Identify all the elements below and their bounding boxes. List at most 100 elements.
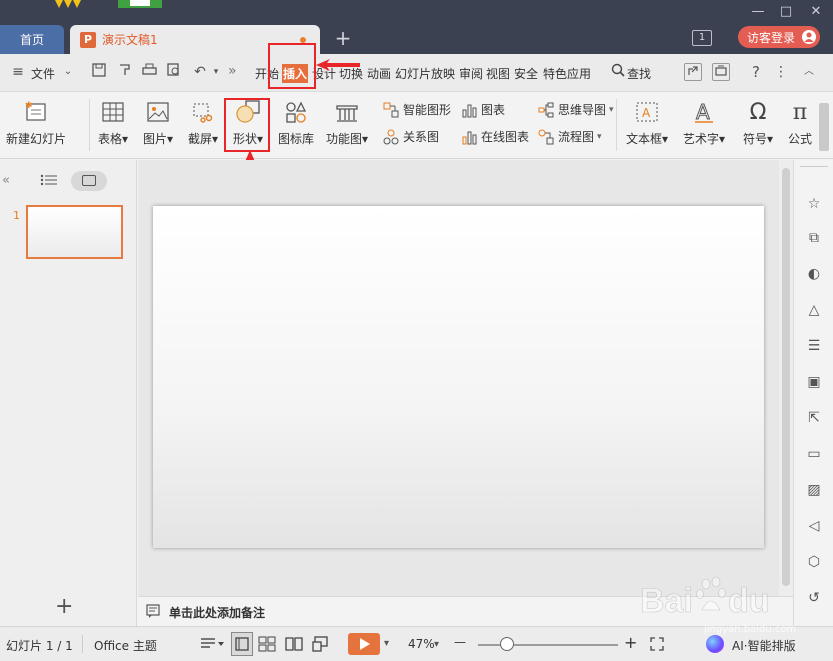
watermark-url: jingyan.baidu.com: [704, 624, 797, 635]
zoom-in-button[interactable]: +: [624, 633, 637, 652]
shield-icon[interactable]: ⬡: [804, 552, 824, 572]
tab-review[interactable]: 审阅: [459, 65, 483, 82]
minimize-button[interactable]: —: [748, 4, 768, 19]
smart-graphic-button[interactable]: 智能图形: [382, 101, 451, 118]
animation-icon[interactable]: ☆: [804, 194, 824, 214]
file-menu[interactable]: 文件: [31, 65, 55, 82]
undo-dropdown-icon[interactable]: ▾: [207, 63, 225, 81]
share-icon[interactable]: [684, 63, 702, 81]
symbol-label: 符号▾: [743, 132, 774, 146]
function-chart-icon: [334, 99, 360, 125]
login-button[interactable]: 访客登录: [738, 26, 820, 48]
symbol-button[interactable]: Ω 符号▾: [743, 99, 773, 147]
ribbon-insert: ✱ 新建幻灯片 表格▾ 图片▾ 截屏▾ 形状▾ 图标库 功能图▾ 智能图形 关系…: [0, 93, 833, 159]
fit-window-icon[interactable]: [650, 637, 664, 654]
close-button[interactable]: ✕: [806, 4, 826, 19]
picture-label: 图片▾: [143, 132, 174, 146]
text-box-button[interactable]: A 文本框▾: [626, 99, 668, 147]
play-dropdown-icon[interactable]: ▾: [384, 638, 389, 649]
history-icon[interactable]: ↺: [804, 588, 824, 608]
print-icon[interactable]: [140, 63, 158, 81]
tab-animation[interactable]: 动画: [367, 65, 391, 82]
audio-icon[interactable]: ◁: [804, 516, 824, 536]
tab-features[interactable]: 特色应用: [543, 65, 591, 82]
mind-map-button[interactable]: 思维导图 ▾: [537, 101, 614, 118]
more-commands-icon[interactable]: »: [228, 63, 237, 79]
art-text-button[interactable]: A 艺术字▾: [683, 99, 725, 147]
search-icon[interactable]: [609, 63, 627, 81]
outline-view-icon[interactable]: [40, 174, 58, 189]
tab-security[interactable]: 安全: [514, 65, 538, 82]
settings-sliders-icon[interactable]: ☰: [804, 336, 824, 356]
ribbon-scroll-handle[interactable]: [819, 103, 829, 151]
add-slide-button[interactable]: +: [55, 594, 73, 619]
menu-hamburger-icon[interactable]: ≡: [9, 63, 27, 81]
zoom-slider-knob[interactable]: [500, 637, 514, 651]
chart-button[interactable]: 图表: [460, 101, 505, 118]
play-slideshow-button[interactable]: [348, 633, 380, 655]
picture-icon[interactable]: ▨: [804, 480, 824, 500]
notes-bar[interactable]: 单击此处添加备注: [138, 596, 793, 626]
zoom-level[interactable]: 47%: [408, 637, 435, 651]
copy-icon[interactable]: ⧉: [804, 228, 824, 248]
save-icon[interactable]: [90, 63, 108, 81]
zoom-dropdown-icon[interactable]: ▾: [434, 639, 439, 650]
comment-icon[interactable]: [712, 63, 730, 81]
smart-graphic-icon: [382, 102, 400, 118]
collapse-panel-icon[interactable]: «: [2, 173, 10, 188]
title-bar: 首页 P 演示文稿1 + — □ ✕ 1 访客登录: [0, 0, 833, 54]
ai-layout-button[interactable]: AI·智能排版: [732, 637, 796, 654]
presenter-view-icon[interactable]: [312, 636, 330, 655]
more-options-icon[interactable]: ⋮: [772, 63, 790, 81]
text-box-label: 文本框▾: [626, 132, 669, 146]
function-chart-text: 功能图: [326, 132, 363, 146]
maximize-button[interactable]: □: [776, 4, 796, 19]
thumbnail-view-toggle[interactable]: [71, 171, 107, 191]
slide-thumbnail[interactable]: [26, 205, 123, 259]
online-chart-button[interactable]: 在线图表: [460, 128, 529, 145]
ribbon-separator: [89, 99, 90, 151]
flow-chart-button[interactable]: 流程图 ▾: [537, 128, 602, 145]
relation-chart-button[interactable]: 关系图: [382, 128, 439, 145]
fill-icon[interactable]: △: [804, 300, 824, 320]
tab-home[interactable]: 首页: [0, 25, 64, 54]
zoom-slider-track[interactable]: [478, 644, 618, 646]
tab-view[interactable]: 视图: [486, 65, 510, 82]
new-tab-button[interactable]: +: [333, 26, 353, 50]
vertical-scrollbar[interactable]: [779, 160, 793, 596]
normal-view-icon[interactable]: [231, 632, 253, 656]
formula-button[interactable]: π 公式: [787, 99, 813, 147]
zoom-out-button[interactable]: —: [454, 635, 466, 649]
slide[interactable]: [153, 206, 764, 548]
status-separator: [82, 635, 83, 653]
archive-icon[interactable]: ▭: [804, 444, 824, 464]
help-icon[interactable]: ?: [747, 63, 765, 81]
window-count-badge[interactable]: 1: [692, 30, 712, 46]
chevron-down-icon[interactable]: ⌄: [59, 63, 77, 81]
icon-library-button[interactable]: 图标库: [278, 99, 314, 147]
image-tool-icon[interactable]: ▣: [804, 372, 824, 392]
print-preview-icon[interactable]: [165, 63, 183, 81]
slide-sorter-icon[interactable]: [258, 636, 276, 655]
shape-style-icon[interactable]: ◐: [804, 264, 824, 284]
search-label[interactable]: 查找: [627, 65, 651, 82]
art-text-label: 艺术字▾: [683, 132, 726, 146]
format-painter-icon[interactable]: [116, 63, 134, 81]
icon-library-icon: [283, 99, 309, 125]
function-chart-button[interactable]: 功能图▾: [326, 99, 368, 147]
theme-name[interactable]: Office 主题: [94, 637, 157, 654]
screenshot-button[interactable]: 截屏▾: [188, 99, 218, 147]
picture-button[interactable]: 图片▾: [143, 99, 173, 147]
tab-slideshow[interactable]: 幻灯片放映: [395, 65, 455, 82]
mind-map-icon: [537, 102, 555, 118]
export-icon[interactable]: ⇱: [804, 408, 824, 428]
formula-label: 公式: [787, 132, 812, 146]
table-button[interactable]: 表格▾: [98, 99, 128, 147]
scrollbar-thumb[interactable]: [782, 168, 790, 586]
new-slide-button[interactable]: ✱ 新建幻灯片: [6, 99, 66, 147]
table-text: 表格: [98, 132, 123, 146]
notes-toggle-icon[interactable]: [200, 636, 224, 655]
relation-chart-icon: [382, 129, 400, 145]
reading-view-icon[interactable]: [285, 636, 303, 655]
collapse-ribbon-icon[interactable]: ︿: [800, 63, 818, 81]
